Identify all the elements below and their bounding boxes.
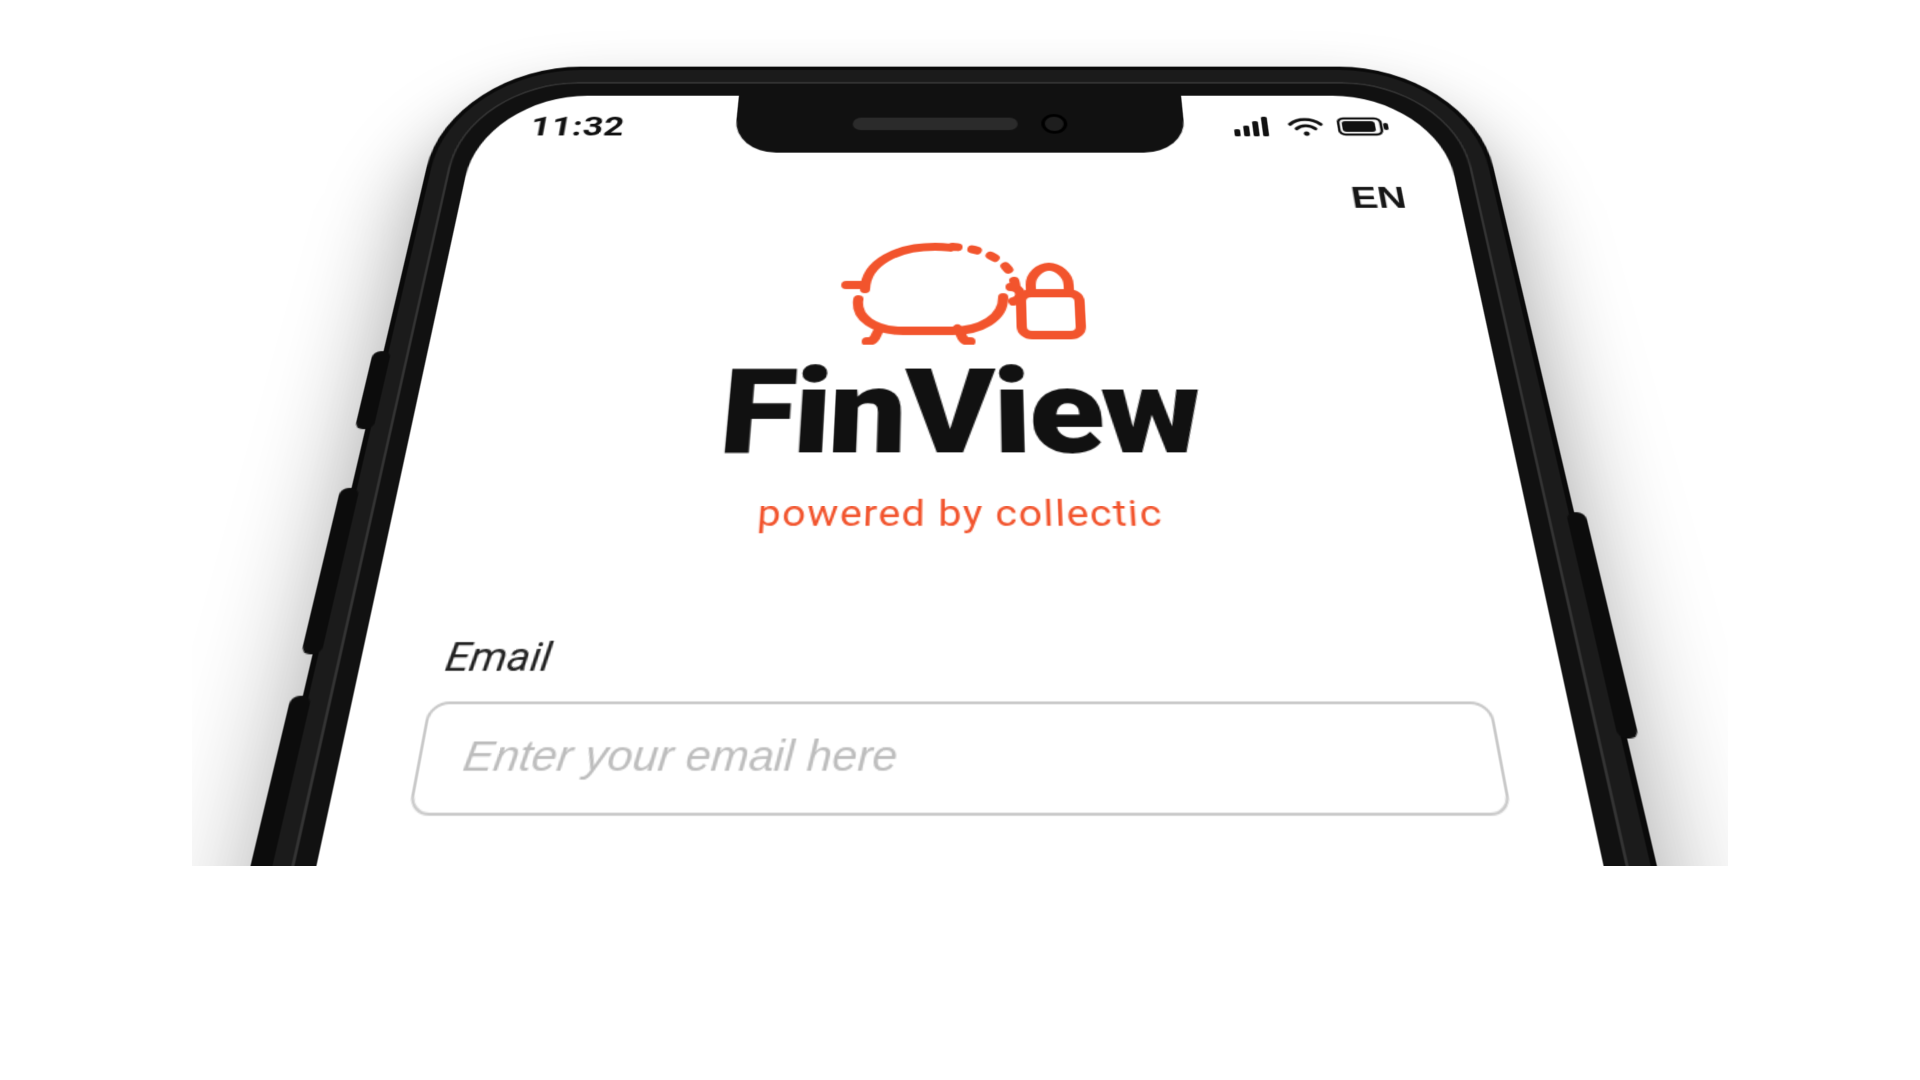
email-label: Email	[442, 634, 1488, 682]
battery-icon	[1336, 117, 1391, 137]
app-content: EN	[192, 96, 1728, 866]
phone-screen: 11:32	[192, 96, 1728, 866]
language-switcher[interactable]: EN	[1348, 180, 1408, 215]
phone-mockup: 11:32	[192, 70, 1728, 866]
cellular-signal-icon	[1233, 117, 1276, 137]
phone-volume-up-button	[301, 488, 360, 654]
phone-body: 11:32	[192, 70, 1728, 866]
brand-name: FinView	[401, 356, 1519, 474]
piggy-bank-lock-icon	[817, 227, 1102, 349]
wifi-icon	[1287, 117, 1325, 137]
email-field[interactable]	[408, 701, 1513, 815]
phone-side-button	[355, 351, 392, 429]
phone-notch	[733, 96, 1187, 153]
login-form: Email Password Forgot password? Next	[192, 536, 1728, 866]
logo-block: FinView powered by collectic	[388, 227, 1532, 536]
front-camera	[1041, 114, 1068, 134]
phone-power-button	[1566, 512, 1639, 738]
status-time: 11:32	[528, 111, 628, 142]
language-row: EN	[455, 177, 1465, 226]
phone-volume-down-button	[245, 696, 312, 866]
speaker-grille	[852, 118, 1017, 130]
mockup-stage: 11:32	[192, 0, 1728, 866]
status-icons	[1233, 117, 1392, 137]
brand-tagline: powered by collectic	[388, 493, 1532, 536]
